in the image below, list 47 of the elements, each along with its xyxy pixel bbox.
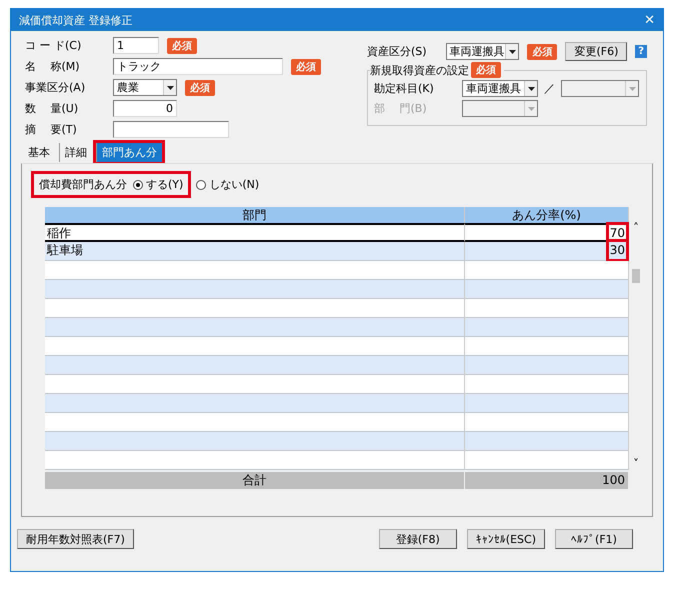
lookup-button[interactable]: 耐用年数対照表(F7): [17, 529, 134, 549]
scroll-up-button[interactable]: ˄: [633, 223, 639, 233]
scroll-down-button[interactable]: ˅: [633, 459, 639, 469]
help-icon[interactable]: ?: [635, 45, 647, 58]
group-title: 新規取得資産の設定: [370, 62, 469, 78]
window-title: 減価償却資産 登録修正: [19, 12, 132, 28]
field-label: 事業区分(A): [25, 80, 86, 95]
field-label: 数 量(U): [25, 101, 80, 116]
input-field[interactable]: 1: [113, 37, 159, 54]
input-field[interactable]: 0: [113, 100, 177, 117]
field-label: 部 門(B): [374, 101, 428, 116]
rate-value: 30: [608, 242, 626, 259]
tab[interactable]: 部門あん分: [96, 143, 162, 162]
column-header: あん分率(%): [465, 207, 629, 223]
tab[interactable]: 基本: [23, 143, 55, 162]
scroll-thumb[interactable]: [632, 269, 640, 283]
column-header: 部門: [45, 207, 465, 223]
input-field[interactable]: トラック: [113, 58, 283, 75]
required-badge: 必須: [527, 44, 558, 60]
table-cell: 駐車場: [45, 242, 465, 261]
field-label: 資産区分(S): [367, 44, 428, 59]
dropdown-field[interactable]: 車両運搬具: [446, 43, 520, 60]
radio-option[interactable]: する(Y): [133, 177, 184, 192]
total-label: 合計: [45, 472, 465, 489]
rate-value: 70: [608, 225, 626, 242]
total-value: 100: [465, 472, 629, 489]
dialog-button[interactable]: ﾍﾙﾌﾟ(F1): [555, 529, 633, 549]
option-label: 償却費部門あん分: [39, 177, 127, 192]
field-label: コ ー ド(C): [25, 38, 82, 53]
field-label: 名 称(M): [25, 59, 81, 74]
close-button[interactable]: ✕: [644, 12, 655, 28]
field-label: 摘 要(T): [25, 122, 78, 137]
tab[interactable]: 詳細: [59, 143, 92, 162]
dropdown-field[interactable]: 車両運搬具: [462, 80, 538, 97]
field-label: 勘定科目(K): [374, 81, 435, 96]
required-badge: 必須: [291, 58, 321, 74]
radio-option[interactable]: しない(N): [196, 177, 260, 192]
table-cell: 稲作: [45, 223, 465, 242]
dropdown-field[interactable]: 農業: [113, 79, 177, 96]
required-badge: 必須: [185, 80, 215, 96]
required-badge: 必須: [471, 62, 501, 78]
dialog-button[interactable]: 登録(F8): [378, 529, 457, 549]
change-button[interactable]: 変更(F6): [565, 42, 628, 61]
required-badge: 必須: [167, 38, 197, 54]
dialog-button[interactable]: ｷｬﾝｾﾙ(ESC): [466, 529, 545, 549]
input-field[interactable]: [113, 121, 229, 138]
slash-separator: ／: [544, 81, 555, 96]
